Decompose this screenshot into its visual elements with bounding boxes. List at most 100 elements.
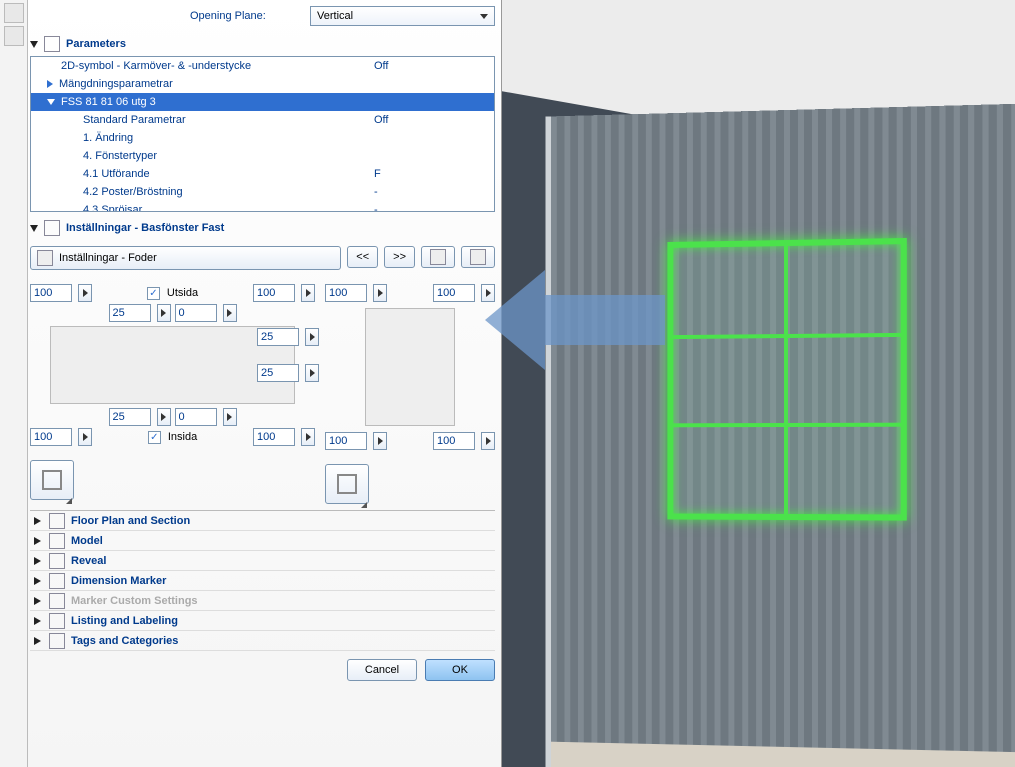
prev-button[interactable]: << xyxy=(347,246,378,268)
flip-icon xyxy=(430,249,446,265)
cancel-button[interactable]: Cancel xyxy=(347,659,417,681)
side-input[interactable] xyxy=(257,328,299,346)
accordion-label: Dimension Marker xyxy=(71,575,166,587)
sec-top-right-input[interactable] xyxy=(433,284,475,302)
tool-button-a[interactable] xyxy=(421,246,455,268)
tab-icon[interactable] xyxy=(4,3,24,23)
tab-icon[interactable] xyxy=(4,26,24,46)
ok-button[interactable]: OK xyxy=(425,659,495,681)
insida-checkbox[interactable] xyxy=(148,431,161,444)
stepper[interactable] xyxy=(157,304,171,322)
sec-bot-right-input[interactable] xyxy=(433,432,475,450)
settings-dropdown[interactable]: Inställningar - Foder xyxy=(30,246,341,270)
expand-icon xyxy=(47,99,55,105)
stepper[interactable] xyxy=(305,364,319,382)
parameter-label: 4.3 Spröjsar xyxy=(83,204,142,212)
stepper[interactable] xyxy=(301,428,315,446)
bot-left-width-input[interactable] xyxy=(30,428,72,446)
opening-plane-value: Vertical xyxy=(317,10,353,22)
expand-icon xyxy=(34,597,41,605)
accordion-row[interactable]: Reveal xyxy=(30,551,495,571)
parameter-label: Mängdningsparametrar xyxy=(59,78,173,90)
dropdown-corner-icon xyxy=(361,496,367,508)
layer-icon xyxy=(470,249,486,265)
settings-dropdown-label: Inställningar - Foder xyxy=(59,252,157,264)
sec-top-left-input[interactable] xyxy=(325,284,367,302)
section-title: Parameters xyxy=(66,38,126,50)
expand-icon xyxy=(34,617,41,625)
bot-right-width-input[interactable] xyxy=(253,428,295,446)
collapse-icon xyxy=(30,225,38,232)
opening-plane-dropdown[interactable]: Vertical xyxy=(310,6,495,26)
utsida-label: Utsida xyxy=(167,287,198,299)
parameter-label: Standard Parametrar xyxy=(83,114,186,126)
accordion: Floor Plan and SectionModel Reveal Dimensi… xyxy=(30,510,495,651)
accordion-label: Tags and Categories xyxy=(71,635,178,647)
parameter-label: 4. Fönstertyper xyxy=(83,150,157,162)
stepper[interactable] xyxy=(373,432,387,450)
selected-window[interactable] xyxy=(667,238,906,521)
stepper[interactable] xyxy=(481,432,495,450)
expand-icon xyxy=(34,637,41,645)
parameter-row[interactable]: 4.3 Spröjsar - xyxy=(31,201,494,212)
accordion-row[interactable]: Listing and Labeling xyxy=(30,611,495,631)
stepper[interactable] xyxy=(157,408,171,426)
left-ruler-tabs xyxy=(0,0,28,767)
parameter-label: 1. Ändring xyxy=(83,132,133,144)
accordion-row[interactable]: Floor Plan and Section xyxy=(30,511,495,531)
stepper[interactable] xyxy=(78,428,92,446)
parameter-value: Off xyxy=(374,114,494,126)
top-left-width-input[interactable] xyxy=(30,284,72,302)
inner-input[interactable] xyxy=(109,304,151,322)
parameter-row[interactable]: FSS 81 81 06 utg 3 xyxy=(31,93,494,111)
parameters-icon xyxy=(44,36,60,52)
side-input[interactable] xyxy=(257,364,299,382)
next-button[interactable]: >> xyxy=(384,246,415,268)
parameter-row[interactable]: Standard Parametrar Off xyxy=(31,111,494,129)
top-right-width-input[interactable] xyxy=(253,284,295,302)
expand-icon xyxy=(34,577,41,585)
utsida-checkbox[interactable] xyxy=(147,287,160,300)
stepper[interactable] xyxy=(78,284,92,302)
parameter-row[interactable]: 4.2 Poster/Bröstning- xyxy=(31,183,494,201)
accordion-label: Listing and Labeling xyxy=(71,615,178,627)
accordion-row[interactable]: Model xyxy=(30,531,495,551)
section-icon xyxy=(49,513,65,529)
collapse-icon xyxy=(30,41,38,48)
tool-button-b[interactable] xyxy=(461,246,495,268)
parameter-row[interactable]: 4. Fönstertyper xyxy=(31,147,494,165)
parameter-value: - xyxy=(374,186,494,198)
plan-diagram: Utsida xyxy=(30,282,315,510)
parameter-row[interactable]: 2D-symbol - Karmöver- & -understyckeOff xyxy=(31,57,494,75)
section-icon xyxy=(49,633,65,649)
stepper[interactable] xyxy=(223,408,237,426)
settings-icon xyxy=(44,220,60,236)
parameter-row[interactable]: 1. Ändring xyxy=(31,129,494,147)
inner-input[interactable] xyxy=(175,408,217,426)
parameter-label: FSS 81 81 06 utg 3 xyxy=(61,96,156,108)
chevron-down-icon xyxy=(480,14,488,19)
stepper[interactable] xyxy=(481,284,495,302)
sec-bot-left-input[interactable] xyxy=(325,432,367,450)
accordion-row[interactable]: Tags and Categories xyxy=(30,631,495,651)
dropdown-corner-icon xyxy=(66,492,72,504)
accordion-label: Marker Custom Settings xyxy=(71,595,198,607)
foder-icon xyxy=(37,250,53,266)
section-parameters-header[interactable]: Parameters xyxy=(30,36,495,52)
stepper[interactable] xyxy=(301,284,315,302)
3d-viewport[interactable] xyxy=(502,0,1015,767)
stepper[interactable] xyxy=(373,284,387,302)
stepper[interactable] xyxy=(223,304,237,322)
stepper[interactable] xyxy=(305,328,319,346)
section-settings-header[interactable]: Inställningar - Basfönster Fast xyxy=(30,220,495,236)
section-icon xyxy=(49,573,65,589)
inner-input[interactable] xyxy=(175,304,217,322)
parameters-list[interactable]: 2D-symbol - Karmöver- & -understyckeOff M… xyxy=(30,56,495,212)
parameter-row[interactable]: 4.1 UtförandeF xyxy=(31,165,494,183)
inner-input[interactable] xyxy=(109,408,151,426)
accordion-row[interactable]: Dimension Marker xyxy=(30,571,495,591)
parameter-value: - xyxy=(374,204,494,212)
expand-icon xyxy=(34,557,41,565)
accordion-label: Reveal xyxy=(71,555,106,567)
parameter-row[interactable]: Mängdningsparametrar xyxy=(31,75,494,93)
